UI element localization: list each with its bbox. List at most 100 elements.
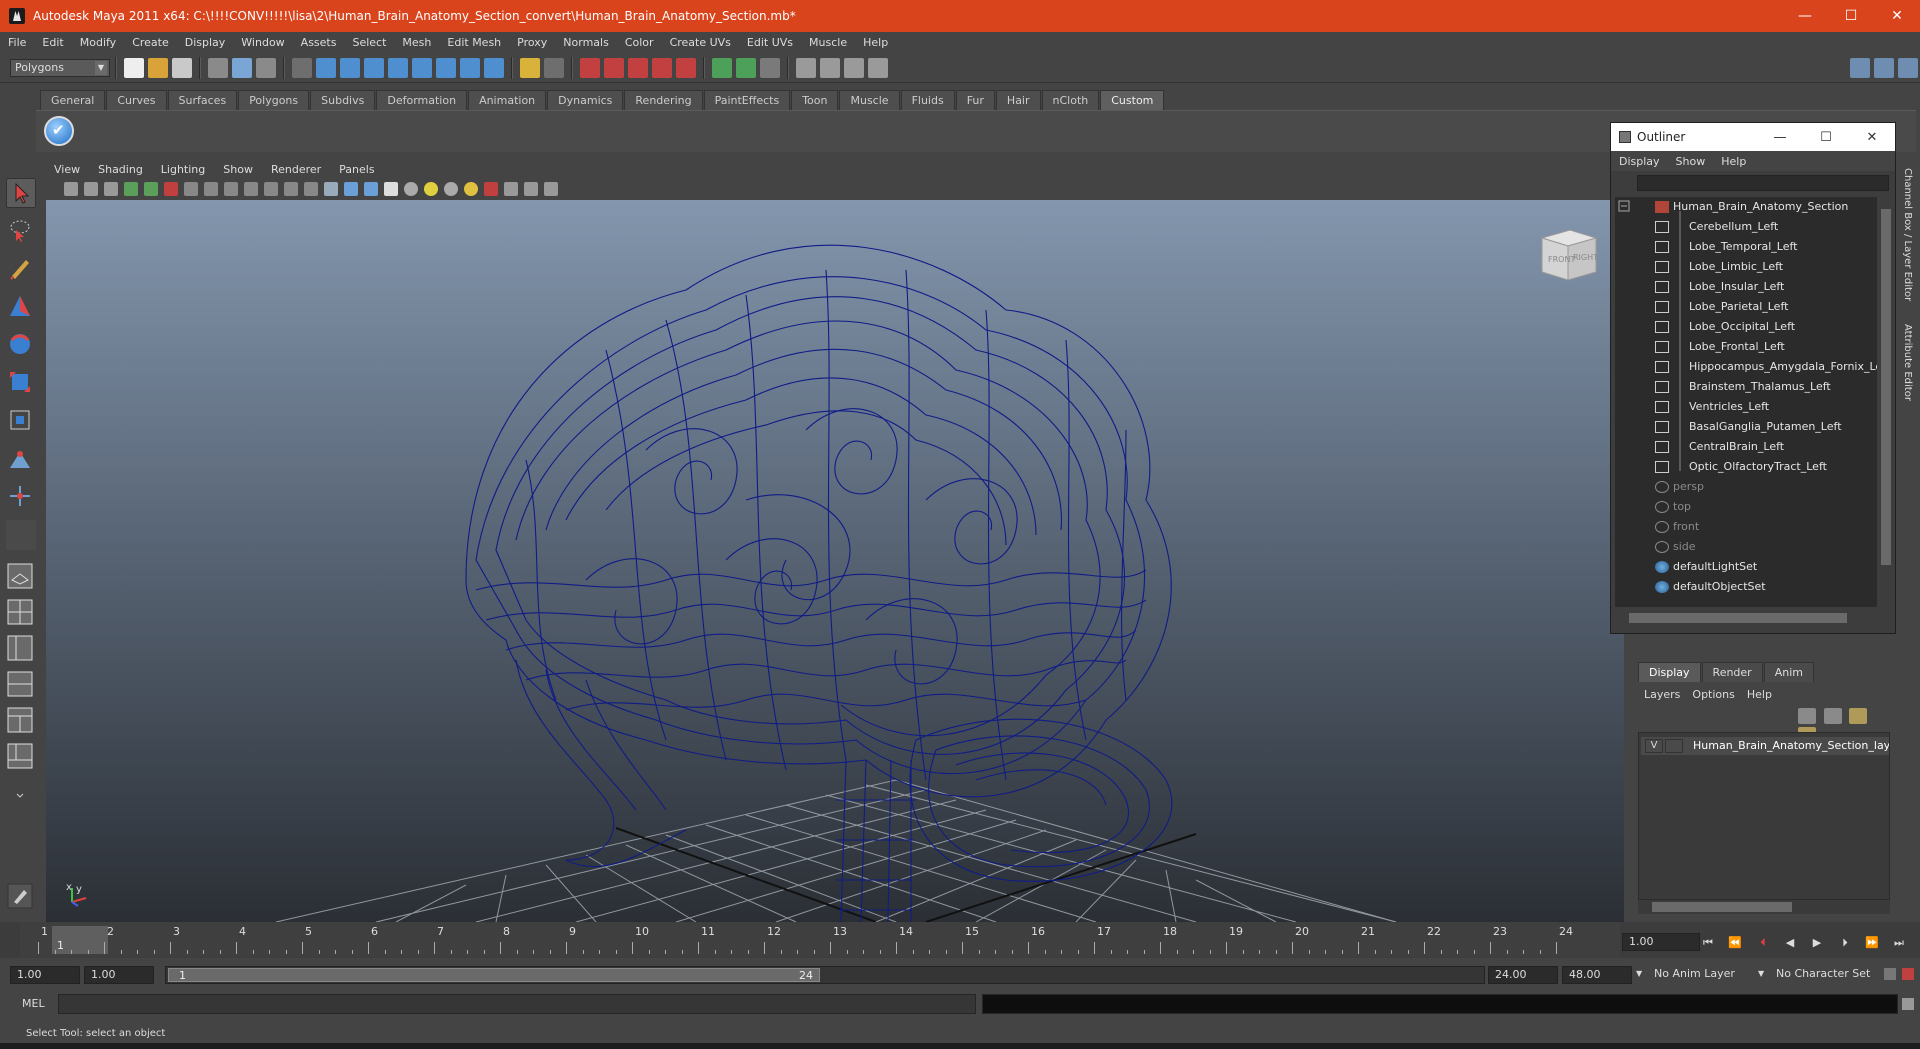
panel-menu-renderer[interactable]: Renderer	[262, 163, 330, 176]
outliner-menu-display[interactable]: Display	[1611, 155, 1668, 168]
smooth-shade-icon[interactable]	[344, 182, 358, 196]
shelf-tab-custom[interactable]: Custom	[1100, 90, 1165, 110]
mask-handles-icon[interactable]	[316, 57, 336, 78]
layer-menu-options[interactable]: Options	[1688, 688, 1742, 701]
wireframe-on-shaded-icon[interactable]	[364, 182, 378, 196]
outliner-vertical-scrollbar[interactable]	[1879, 197, 1893, 607]
step-back-frame-icon[interactable]: ⏴	[1752, 935, 1774, 951]
step-forward-key-icon[interactable]: ⏩	[1861, 935, 1883, 951]
hypershade-layout-icon[interactable]	[6, 706, 36, 736]
outliner-item[interactable]: Lobe_Temporal_Left	[1615, 237, 1877, 257]
gate-mask-icon[interactable]	[244, 182, 258, 196]
layer-menu-layers[interactable]: Layers	[1640, 688, 1688, 701]
command-input[interactable]	[58, 994, 976, 1014]
outliner-item-camera[interactable]: persp	[1615, 477, 1877, 497]
render-settings-icon[interactable]	[868, 57, 888, 78]
new-scene-icon[interactable]	[124, 57, 144, 78]
go-to-end-icon[interactable]: ⏭	[1888, 935, 1910, 951]
scrollbar-thumb[interactable]	[1629, 613, 1847, 623]
outliner-horizontal-scrollbar[interactable]	[1615, 611, 1893, 625]
menu-file[interactable]: File	[0, 36, 34, 49]
outliner-title-bar[interactable]: Outliner — ☐ ✕	[1611, 123, 1895, 151]
auto-key-icon[interactable]	[1884, 968, 1896, 980]
soft-mod-tool-icon[interactable]	[6, 444, 36, 474]
film-gate-icon[interactable]	[204, 182, 218, 196]
render-view-icon[interactable]	[796, 57, 816, 78]
outliner-item[interactable]: Cerebellum_Left	[1615, 217, 1877, 237]
mask-joints-icon[interactable]	[340, 57, 360, 78]
panel-menu-panels[interactable]: Panels	[330, 163, 383, 176]
layer-row[interactable]: V Human_Brain_Anatomy_Section_layer	[1641, 737, 1889, 755]
snap-curve-icon[interactable]	[604, 57, 624, 78]
select-component-icon[interactable]	[256, 57, 276, 78]
bookmark-icon[interactable]	[104, 182, 118, 196]
image-plane-icon[interactable]	[124, 182, 138, 196]
shadows-icon[interactable]	[424, 182, 438, 196]
grease-pencil-icon[interactable]	[164, 182, 178, 196]
output-history-icon[interactable]	[736, 57, 756, 78]
outliner-item[interactable]: Lobe_Frontal_Left	[1615, 337, 1877, 357]
scene-canvas[interactable]	[46, 200, 1624, 922]
range-slider[interactable]: 1 24	[165, 966, 1485, 984]
help-icon[interactable]	[484, 57, 504, 78]
current-time-field[interactable]: 1.00	[1622, 933, 1700, 951]
new-layer-icon[interactable]	[1849, 708, 1867, 724]
menu-help[interactable]: Help	[855, 36, 896, 49]
scale-tool-icon[interactable]	[6, 368, 36, 398]
outliner-item-root[interactable]: Human_Brain_Anatomy_Section	[1615, 197, 1877, 217]
outliner-menu-help[interactable]: Help	[1713, 155, 1754, 168]
menu-edit-uvs[interactable]: Edit UVs	[739, 36, 801, 49]
layout-options-chevron-icon[interactable]	[6, 782, 36, 812]
shelf-tab-animation[interactable]: Animation	[468, 90, 547, 110]
snap-point-icon[interactable]	[628, 57, 648, 78]
menu-edit[interactable]: Edit	[34, 36, 71, 49]
open-scene-icon[interactable]	[148, 57, 168, 78]
outliner-item[interactable]: Lobe_Insular_Left	[1615, 277, 1877, 297]
isolate-select-icon[interactable]	[484, 182, 498, 196]
play-backwards-icon[interactable]: ◀	[1779, 935, 1801, 951]
outliner-item[interactable]: BasalGanglia_Putamen_Left	[1615, 417, 1877, 437]
playback-start-field[interactable]: 1.00	[84, 966, 154, 984]
menu-proxy[interactable]: Proxy	[509, 36, 555, 49]
menu-select[interactable]: Select	[344, 36, 394, 49]
layer-tab-display[interactable]: Display	[1638, 662, 1701, 682]
snap-grid-icon[interactable]	[580, 57, 600, 78]
script-editor-icon[interactable]	[1902, 998, 1914, 1010]
menu-assets[interactable]: Assets	[293, 36, 345, 49]
ipr-render-icon[interactable]	[844, 57, 864, 78]
outliner-window[interactable]: Outliner — ☐ ✕ Display Show Help Human_B…	[1610, 122, 1896, 634]
shelf-tab-subdivs[interactable]: Subdivs	[310, 90, 376, 110]
shelf-tab-polygons[interactable]: Polygons	[238, 90, 310, 110]
shelf-tab-fluids[interactable]: Fluids	[900, 90, 955, 110]
panel-menu-lighting[interactable]: Lighting	[152, 163, 214, 176]
range-slider-handle[interactable]: 1 24	[168, 968, 820, 982]
shelf-tab-dynamics[interactable]: Dynamics	[547, 90, 624, 110]
shelf-tab-painteffects[interactable]: PaintEffects	[703, 90, 791, 110]
attribute-editor-tab[interactable]: Attribute Editor	[1902, 324, 1913, 401]
textured-icon[interactable]	[384, 182, 398, 196]
brain-wireframe-model[interactable]	[465, 244, 1173, 922]
shelf-tab-fur[interactable]: Fur	[955, 90, 995, 110]
shelf-tab-curves[interactable]: Curves	[106, 90, 167, 110]
step-forward-frame-icon[interactable]: ⏵	[1834, 935, 1856, 951]
outliner-minimize-button[interactable]: —	[1757, 130, 1803, 145]
filter-icon[interactable]	[292, 57, 312, 78]
single-perspective-layout-icon[interactable]	[6, 562, 36, 592]
construction-history-icon[interactable]	[760, 57, 780, 78]
outliner-item[interactable]: Optic_OlfactoryTract_Left	[1615, 457, 1877, 477]
toggle-channel-box-icon[interactable]	[1850, 57, 1870, 78]
move-tool-icon[interactable]	[6, 292, 36, 322]
step-back-key-icon[interactable]: ⏪	[1724, 935, 1746, 951]
wireframe-mode-icon[interactable]	[324, 182, 338, 196]
brush-tool-icon[interactable]	[6, 882, 36, 912]
outliner-item[interactable]: CentralBrain_Left	[1615, 437, 1877, 457]
menu-muscle[interactable]: Muscle	[801, 36, 855, 49]
menu-set-select[interactable]: Polygons ▼	[10, 58, 110, 77]
play-forwards-icon[interactable]: ▶	[1806, 935, 1828, 951]
outliner-item[interactable]: Ventricles_Left	[1615, 397, 1877, 417]
outliner-item[interactable]: Brainstem_Thalamus_Left	[1615, 377, 1877, 397]
minimize-button[interactable]: —	[1782, 0, 1828, 32]
layer-horizontal-scrollbar[interactable]	[1638, 900, 1890, 914]
menu-mesh[interactable]: Mesh	[394, 36, 439, 49]
persp-outliner-layout-icon[interactable]	[6, 634, 36, 664]
